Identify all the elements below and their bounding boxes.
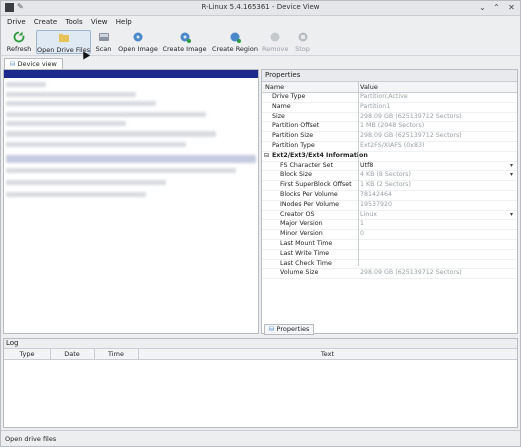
selected-device-header[interactable] xyxy=(4,70,258,78)
window-title: R-Linux 5.4.165361 - Device View xyxy=(201,3,320,11)
tab-strip: ⛁ Device view xyxy=(1,57,520,70)
properties-header: Name Value xyxy=(262,82,517,93)
log-col-type[interactable]: Type xyxy=(4,350,50,358)
title-bar: ✎ R-Linux 5.4.165361 - Device View ⌄ ⌃ ✕ xyxy=(1,1,520,16)
status-bar: Open drive files xyxy=(1,430,520,446)
table-row[interactable]: Blocks Per Volume 78142464 xyxy=(262,191,517,201)
table-row[interactable]: Name Partition1 xyxy=(262,103,517,113)
table-row[interactable]: Drive Type Partition,Active xyxy=(262,93,517,103)
table-row[interactable]: Creator OS Linux ▾ xyxy=(262,211,517,221)
blurred-entry xyxy=(6,192,146,197)
create-image-icon xyxy=(180,32,191,43)
refresh-button[interactable]: Refresh xyxy=(5,30,33,54)
log-col-text[interactable]: Text xyxy=(138,350,517,358)
log-title: Log xyxy=(4,339,517,349)
table-row[interactable]: Major Version 1 xyxy=(262,220,517,231)
table-row[interactable]: Minor Version 0 xyxy=(262,230,517,240)
refresh-icon xyxy=(13,31,25,43)
table-row[interactable]: Last Check Time xyxy=(262,260,517,270)
log-col-date[interactable]: Date xyxy=(50,350,94,358)
log-header: Type Date Time Text xyxy=(4,349,517,360)
open-image-icon xyxy=(133,32,143,42)
menu-view[interactable]: View xyxy=(91,18,108,26)
maximize-icon[interactable]: ⌃ xyxy=(491,2,502,13)
dropdown-arrow-icon[interactable]: ▾ xyxy=(510,211,513,219)
table-row[interactable]: FS Character Set Utf8 ▾ xyxy=(262,162,517,172)
table-row[interactable]: Size 298.09 GB (625139712 Sectors) xyxy=(262,113,517,123)
table-row[interactable]: Last Mount Time xyxy=(262,240,517,250)
device-tree-panel[interactable] xyxy=(3,69,259,334)
blurred-entry xyxy=(6,92,136,97)
properties-panel: Properties Name Value Drive Type Partitio… xyxy=(261,69,518,335)
log-panel: Log Type Date Time Text xyxy=(3,338,518,428)
tab-properties[interactable]: ⛁ Properties xyxy=(264,324,315,335)
table-row[interactable]: INodes Per Volume 19537920 xyxy=(262,201,517,211)
stop-button[interactable]: Stop xyxy=(293,30,312,54)
remove-button[interactable]: Remove xyxy=(262,30,288,54)
properties-table: Name Value Drive Type Partition,Active Na… xyxy=(262,82,517,280)
blurred-entry xyxy=(6,131,216,137)
remove-icon xyxy=(270,32,280,42)
column-divider[interactable] xyxy=(358,82,359,266)
menu-tools[interactable]: Tools xyxy=(65,18,82,26)
dropdown-arrow-icon[interactable]: ▾ xyxy=(510,171,513,179)
stop-icon xyxy=(298,32,307,42)
table-row[interactable]: Partition Type Ext2FS/XIAFS (0x83) xyxy=(262,142,517,152)
create-image-button[interactable]: Create Image xyxy=(162,30,207,54)
blurred-entry xyxy=(6,101,156,106)
menu-help[interactable]: Help xyxy=(116,18,132,26)
menu-drive[interactable]: Drive xyxy=(7,18,26,26)
blurred-entry xyxy=(6,82,46,87)
blurred-selected-entry[interactable] xyxy=(6,155,256,163)
dropdown-arrow-icon[interactable]: ▾ xyxy=(510,162,513,170)
folder-icon xyxy=(58,34,69,42)
blurred-entry xyxy=(6,121,126,126)
blurred-entry xyxy=(6,142,186,147)
create-region-icon xyxy=(230,32,241,43)
properties-icon: ⛁ xyxy=(269,325,275,333)
col-name: Name xyxy=(265,83,285,91)
log-col-time[interactable]: Time xyxy=(94,350,138,358)
scan-button[interactable]: Scan xyxy=(94,30,113,54)
device-view-icon: ⛁ xyxy=(10,60,16,68)
table-row[interactable]: Partition Offset 1 MB (2048 Sectors) xyxy=(262,122,517,133)
properties-title: Properties xyxy=(262,70,517,82)
blurred-entry xyxy=(6,112,206,117)
create-region-button[interactable]: Create Region xyxy=(211,30,259,54)
open-image-button[interactable]: Open Image xyxy=(118,30,158,54)
table-row[interactable]: Volume Size 298.09 GB (625139712 Sectors) xyxy=(262,269,517,280)
section-row[interactable]: ⊟ Ext2/Ext3/Ext4 Information xyxy=(262,152,517,162)
app-window: ✎ R-Linux 5.4.165361 - Device View ⌄ ⌃ ✕… xyxy=(0,0,521,447)
blurred-entry xyxy=(6,168,236,173)
table-row[interactable]: First SuperBlock Offset 1 KB (2 Sectors) xyxy=(262,181,517,191)
collapse-icon[interactable]: ⊟ xyxy=(264,152,269,160)
menu-bar: Drive Create Tools View Help xyxy=(1,16,520,28)
blurred-entry xyxy=(6,180,166,185)
table-row[interactable]: Block Size 4 KB (8 Sectors) ▾ xyxy=(262,171,517,182)
table-row[interactable]: Partition Size 298.09 GB (625139712 Secto… xyxy=(262,132,517,142)
table-row[interactable]: Last Write Time xyxy=(262,250,517,260)
minimize-icon[interactable]: ⌄ xyxy=(477,2,488,13)
toolbar: Refresh Open Drive Files Scan Open Image… xyxy=(1,29,520,56)
close-icon[interactable]: ✕ xyxy=(506,2,517,13)
menu-create[interactable]: Create xyxy=(34,18,57,26)
col-value: Value xyxy=(360,83,378,91)
scan-icon xyxy=(98,33,109,41)
